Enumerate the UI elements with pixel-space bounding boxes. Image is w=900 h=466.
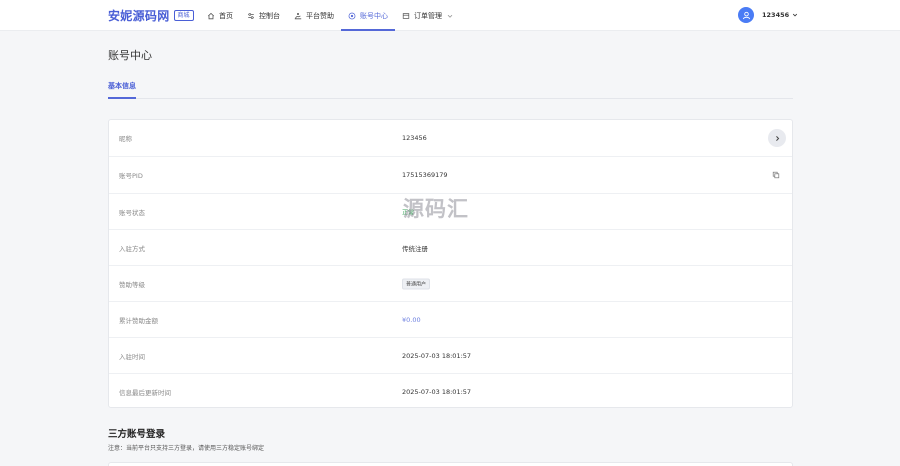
sponsor-icon (294, 12, 302, 19)
row-label: 账号状态 (119, 208, 145, 217)
brand-badge: 商城 (173, 10, 194, 21)
info-row-nickname: 昵称 123456 (109, 120, 792, 157)
row-value: 普通用户 (402, 278, 431, 289)
nav-item-orders[interactable]: 订单管理 (395, 0, 461, 31)
row-value: 2025-07-03 18:01:57 (402, 387, 472, 396)
brand-name[interactable]: 安妮源码网 (108, 7, 170, 24)
row-label: 账号PID (119, 172, 143, 180)
nav-item-label: 控制台 (259, 11, 280, 20)
tab-bar: 基本信息 (108, 76, 793, 99)
edit-nickname-button[interactable] (768, 129, 786, 147)
account-info-card: 昵称 123456 账号PID 17515369179 账号状态 正常 入驻方式… (108, 119, 793, 408)
info-row-join-method: 入驻方式 传统注册 (109, 230, 792, 266)
page-title: 账号中心 (108, 49, 152, 62)
console-icon (248, 12, 254, 19)
row-value: 2025-07-03 18:01:57 (402, 351, 472, 360)
nav-item-account[interactable]: 账号中心 (341, 0, 395, 31)
section-title: 三方账号登录 (108, 429, 166, 440)
nav-item-label: 订单管理 (414, 11, 442, 20)
section-note: 注意：当前平台只支持三方登录，请使用三方稳定账号绑定 (108, 445, 265, 452)
chevron-down-icon (793, 13, 798, 17)
brand[interactable]: 安妮源码网 商城 (108, 7, 194, 24)
home-icon (207, 12, 215, 19)
account-icon (348, 12, 356, 19)
info-row-status: 账号状态 正常 (109, 194, 792, 230)
copy-icon[interactable] (772, 171, 780, 179)
info-row-total-sponsor: 累计赞助金额 ¥0.00 (109, 302, 792, 338)
row-label: 累计赞助金额 (119, 316, 158, 325)
nav-item-home[interactable]: 首页 (200, 0, 240, 31)
info-row-pid: 账号PID 17515369179 (109, 157, 792, 194)
row-label: 入驻时间 (119, 352, 145, 361)
main-nav: 首页 控制台 平台赞助 账号中心 订单管理 (200, 0, 461, 31)
chevron-right-icon (775, 135, 779, 141)
row-label: 入驻方式 (119, 244, 145, 253)
nav-item-label: 首页 (219, 11, 233, 20)
avatar[interactable] (738, 7, 754, 23)
row-label: 信息最后更新时间 (119, 388, 171, 397)
nav-item-label: 账号中心 (360, 11, 388, 20)
row-value: 传统注册 (402, 244, 428, 253)
user-icon (742, 11, 750, 19)
user-menu[interactable]: 123456 (738, 7, 798, 23)
row-value: 17515369179 (402, 171, 448, 179)
order-icon (402, 12, 410, 19)
info-row-join-time: 入驻时间 2025-07-03 18:01:57 (109, 338, 792, 374)
top-navbar: 安妮源码网 商城 首页 控制台 平台赞助 账号中心 订单管理 123456 (0, 0, 900, 31)
info-row-sponsor-level: 赞助等级 普通用户 (109, 266, 792, 302)
nav-item-sponsor[interactable]: 平台赞助 (287, 0, 341, 31)
third-party-card (108, 462, 793, 466)
nav-item-console[interactable]: 控制台 (240, 0, 287, 31)
row-label: 昵称 (119, 135, 132, 143)
user-name[interactable]: 123456 (762, 11, 789, 19)
info-row-updated-time: 信息最后更新时间 2025-07-03 18:01:57 (109, 374, 792, 407)
row-label: 赞助等级 (119, 280, 145, 289)
chevron-down-icon (447, 14, 453, 18)
sponsor-level-tag: 普通用户 (402, 278, 431, 289)
status-badge: 正常 (402, 209, 415, 216)
row-value: 123456 (402, 134, 427, 142)
tab-basic-info[interactable]: 基本信息 (108, 81, 136, 99)
row-value: ¥0.00 (402, 315, 421, 324)
nav-item-label: 平台赞助 (306, 11, 334, 20)
